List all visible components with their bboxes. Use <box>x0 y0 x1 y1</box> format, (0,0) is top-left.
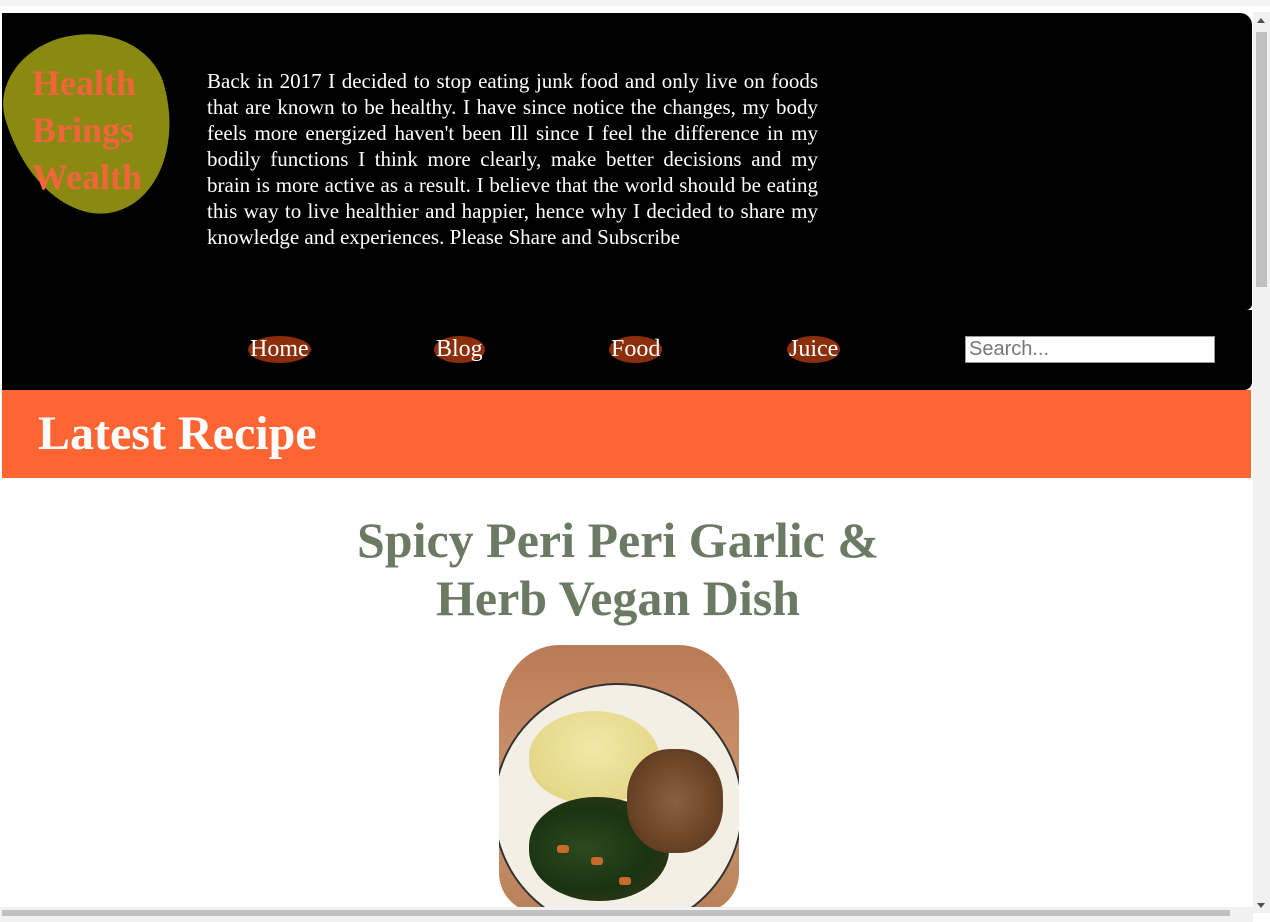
intro-text: Back in 2017 I decided to stop eating ju… <box>207 69 818 249</box>
nav-home[interactable]: Home <box>248 336 311 363</box>
vertical-scrollbar[interactable] <box>1253 12 1270 913</box>
nav-bar: Home Blog Food Juice <box>2 310 1252 390</box>
nav-blog[interactable]: Blog <box>434 336 485 363</box>
scroll-up-icon[interactable] <box>1257 18 1265 23</box>
page: Health Brings Wealth Back in 2017 I deci… <box>0 0 1270 922</box>
search-input[interactable] <box>965 336 1215 363</box>
section-title: Latest Recipe <box>38 407 317 460</box>
site-logo[interactable]: Health Brings Wealth <box>32 60 192 201</box>
recipe-title[interactable]: Spicy Peri Peri Garlic & Herb Vegan Dish <box>318 511 918 627</box>
vertical-scroll-thumb[interactable] <box>1256 32 1267 287</box>
horizontal-scrollbar[interactable] <box>0 907 1253 922</box>
section-banner: Latest Recipe <box>2 390 1251 478</box>
scroll-down-icon[interactable] <box>1257 903 1265 908</box>
carrot-piece <box>619 877 631 885</box>
carrot-piece <box>557 845 569 853</box>
mushrooms <box>627 749 723 853</box>
recipe-photo[interactable] <box>499 645 739 913</box>
carrot-piece <box>591 857 603 865</box>
nav-food[interactable]: Food <box>609 336 663 363</box>
nav-juice[interactable]: Juice <box>787 336 841 363</box>
horizontal-scroll-thumb[interactable] <box>2 910 1230 916</box>
site-header: Health Brings Wealth Back in 2017 I deci… <box>0 13 1252 310</box>
